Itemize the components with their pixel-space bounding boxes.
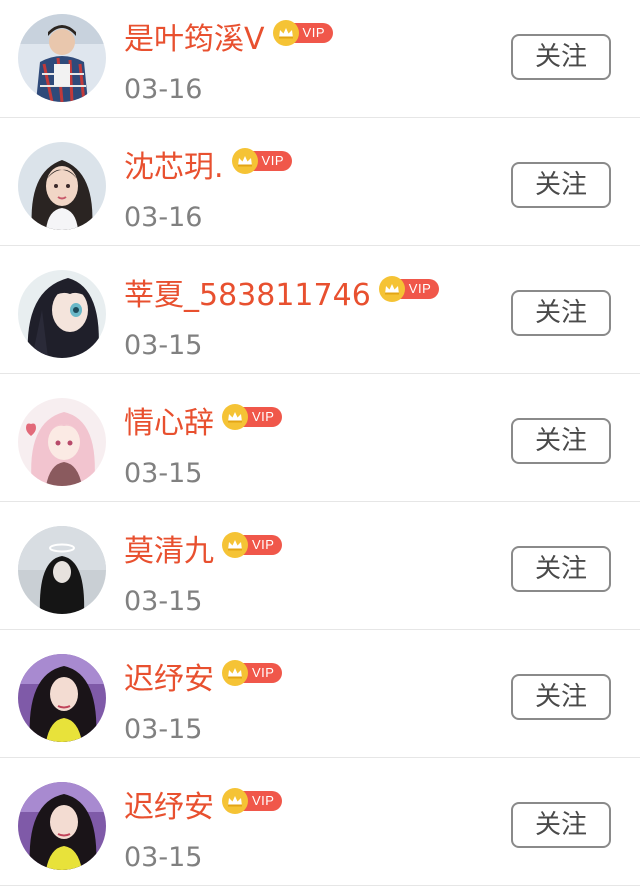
follow-date: 03-15 xyxy=(124,458,203,489)
avatar[interactable] xyxy=(18,654,106,742)
username[interactable]: 迟纾安 xyxy=(124,788,214,828)
avatar[interactable] xyxy=(18,14,106,102)
vip-label: VIP xyxy=(242,791,283,811)
crown-icon xyxy=(222,404,248,430)
list-item[interactable]: 迟纾安 VIP 03-15 关注 xyxy=(0,758,640,886)
crown-icon xyxy=(222,532,248,558)
crown-icon xyxy=(378,276,405,302)
follow-button[interactable]: 关注 xyxy=(511,802,611,848)
avatar[interactable] xyxy=(18,782,106,870)
list-item[interactable]: 情心辞 VIP 03-15 关注 xyxy=(0,374,640,502)
vip-label: VIP xyxy=(242,663,283,683)
follow-date: 03-15 xyxy=(124,842,203,873)
vip-badge: VIP xyxy=(272,20,333,46)
follow-list: 是叶筠溪V VIP 03-16 关注 沈芯玥. VIP 03-16 关注 莘夏_… xyxy=(0,0,640,886)
follow-button[interactable]: 关注 xyxy=(511,34,611,80)
username[interactable]: 沈芯玥. xyxy=(124,148,224,188)
vip-label: VIP xyxy=(242,535,283,555)
vip-badge: VIP xyxy=(222,660,283,686)
username[interactable]: 莘夏_583811746 xyxy=(124,276,371,316)
crown-icon xyxy=(222,660,248,686)
avatar[interactable] xyxy=(18,398,106,486)
follow-date: 03-16 xyxy=(124,202,203,233)
list-item[interactable]: 莘夏_583811746 VIP 03-15 关注 xyxy=(0,246,640,374)
follow-date: 03-15 xyxy=(124,586,203,617)
list-item[interactable]: 沈芯玥. VIP 03-16 关注 xyxy=(0,118,640,246)
vip-badge: VIP xyxy=(378,276,440,302)
vip-label: VIP xyxy=(251,151,293,171)
follow-button[interactable]: 关注 xyxy=(511,418,611,464)
crown-icon xyxy=(272,20,299,46)
crown-icon xyxy=(231,148,258,174)
crown-icon xyxy=(222,788,248,814)
avatar[interactable] xyxy=(18,526,106,614)
follow-date: 03-16 xyxy=(124,74,203,105)
username[interactable]: 莫清九 xyxy=(124,532,214,572)
follow-button[interactable]: 关注 xyxy=(511,546,611,592)
vip-badge: VIP xyxy=(222,532,283,558)
username[interactable]: 情心辞 xyxy=(124,404,214,444)
avatar[interactable] xyxy=(18,142,106,230)
list-item[interactable]: 是叶筠溪V VIP 03-16 关注 xyxy=(0,0,640,118)
vip-label: VIP xyxy=(242,407,283,427)
follow-button[interactable]: 关注 xyxy=(511,162,611,208)
vip-label: VIP xyxy=(292,23,333,43)
list-item[interactable]: 莫清九 VIP 03-15 关注 xyxy=(0,502,640,630)
follow-date: 03-15 xyxy=(124,714,203,745)
vip-badge: VIP xyxy=(231,148,293,174)
vip-label: VIP xyxy=(398,279,440,299)
follow-button[interactable]: 关注 xyxy=(511,674,611,720)
vip-badge: VIP xyxy=(222,788,283,814)
username[interactable]: 迟纾安 xyxy=(124,660,214,700)
follow-date: 03-15 xyxy=(124,330,203,361)
follow-button[interactable]: 关注 xyxy=(511,290,611,336)
username[interactable]: 是叶筠溪V xyxy=(124,20,265,60)
vip-badge: VIP xyxy=(222,404,283,430)
list-item[interactable]: 迟纾安 VIP 03-15 关注 xyxy=(0,630,640,758)
avatar[interactable] xyxy=(18,270,106,358)
